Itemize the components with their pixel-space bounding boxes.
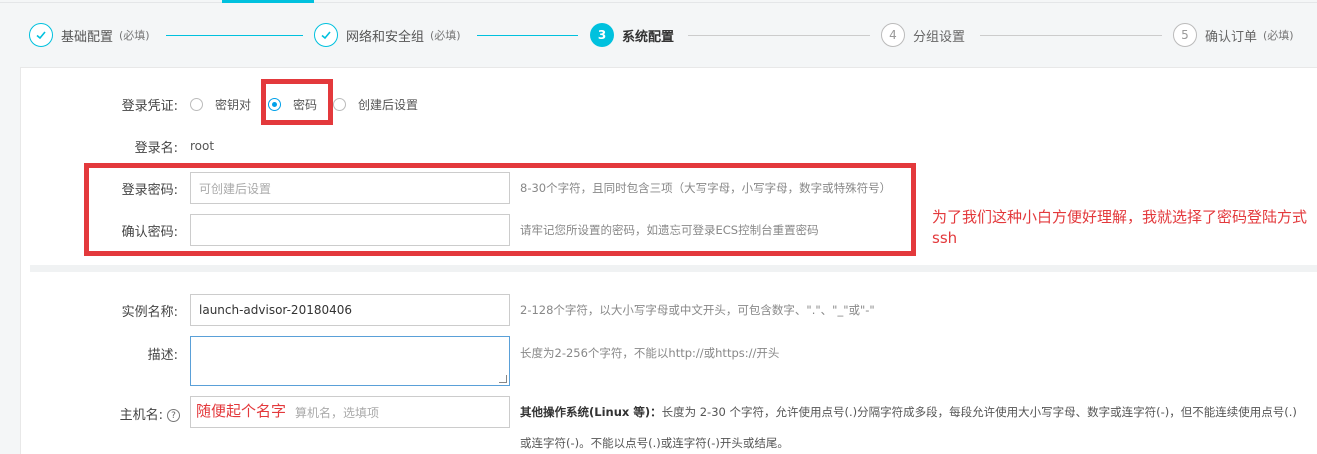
check-icon [29,23,53,47]
instance-name-hint: 2-128个字符，以大小写字母或中文开头，可包含数字、"."、"_"或"-" [520,303,875,317]
wizard-stepper: 基础配置 (必填) 网络和安全组 (必填) 3 系统配置 4 分组设置 5 确认… [0,0,1317,70]
hostname-label: 主机名: [119,408,163,423]
credential-label: 登录凭证: [121,99,178,114]
step-connector [166,35,303,36]
hostname-hint-line2: 或连字符(-)。不能以点号(.)或连字符(-)开头或结尾。 [520,436,789,450]
step-title: 网络和安全组 [346,29,425,45]
resize-handle-icon[interactable] [499,375,507,383]
step-required-tag: (必填) [119,29,150,42]
help-icon[interactable]: ? [167,409,180,422]
radio-icon [333,98,346,111]
hostname-hint-line1: 其他操作系统(Linux 等)：长度为 2-30 个字符，允许使用点号(.)分隔… [520,404,1297,420]
step-group-settings[interactable]: 4 分组设置 [881,23,965,47]
login-name-value: root [190,139,215,153]
step-title: 分组设置 [913,29,966,45]
step-title: 确认订单 [1205,29,1258,45]
step-title: 基础配置 [61,29,114,45]
step-network-security[interactable]: 网络和安全组 (必填) [314,23,461,47]
instance-name-input[interactable]: launch-advisor-20180406 [190,294,510,326]
hostname-hint-bold: 其他操作系统(Linux 等)： [520,405,662,419]
step-title: 系统配置 [622,29,675,45]
check-icon [314,23,338,47]
instance-name-value: launch-advisor-20180406 [199,303,353,317]
hostname-placeholder: 算机名，选填项 [295,405,380,420]
step-required-tag: (必填) [430,29,461,42]
radio-label: 创建后设置 [358,98,419,112]
radio-keypair[interactable]: 密钥对 [190,96,251,113]
step-confirm-order[interactable]: 5 确认订单 (必填) [1173,23,1294,47]
radio-label: 密钥对 [215,98,252,112]
step-connector [688,35,870,36]
hostname-hint: 长度为 2-30 个字符，允许使用点号(.)分隔字符成多段，每段允许使用大小写字… [661,405,1297,419]
step-connector [477,35,578,36]
radio-set-later[interactable]: 创建后设置 [333,96,418,113]
annotation-highlight-box [261,79,333,125]
section-divider [30,265,1317,272]
description-textarea[interactable] [190,336,510,386]
annotation-highlight-box [84,163,916,256]
description-label: 描述: [147,348,178,363]
instance-name-label: 实例名称: [121,305,178,320]
step-number: 3 [590,23,614,47]
step-number: 5 [1173,23,1197,47]
login-name-label: 登录名: [134,141,178,156]
description-hint: 长度为2-256个字符，不能以http://或https://开头 [520,346,780,360]
step-system-config[interactable]: 3 系统配置 [590,23,674,47]
step-required-tag: (必填) [1263,29,1294,42]
step-number: 4 [881,23,905,47]
step-connector [980,35,1162,36]
hostname-label-wrap: 主机名:? [0,404,180,423]
annotation-note: 随便起个名字 [196,402,287,420]
radio-icon [190,98,203,111]
step-basic-config[interactable]: 基础配置 (必填) [29,23,150,47]
annotation-note: 为了我们这种小白方便好理解，我就选择了密码登陆方式ssh [932,208,1308,247]
